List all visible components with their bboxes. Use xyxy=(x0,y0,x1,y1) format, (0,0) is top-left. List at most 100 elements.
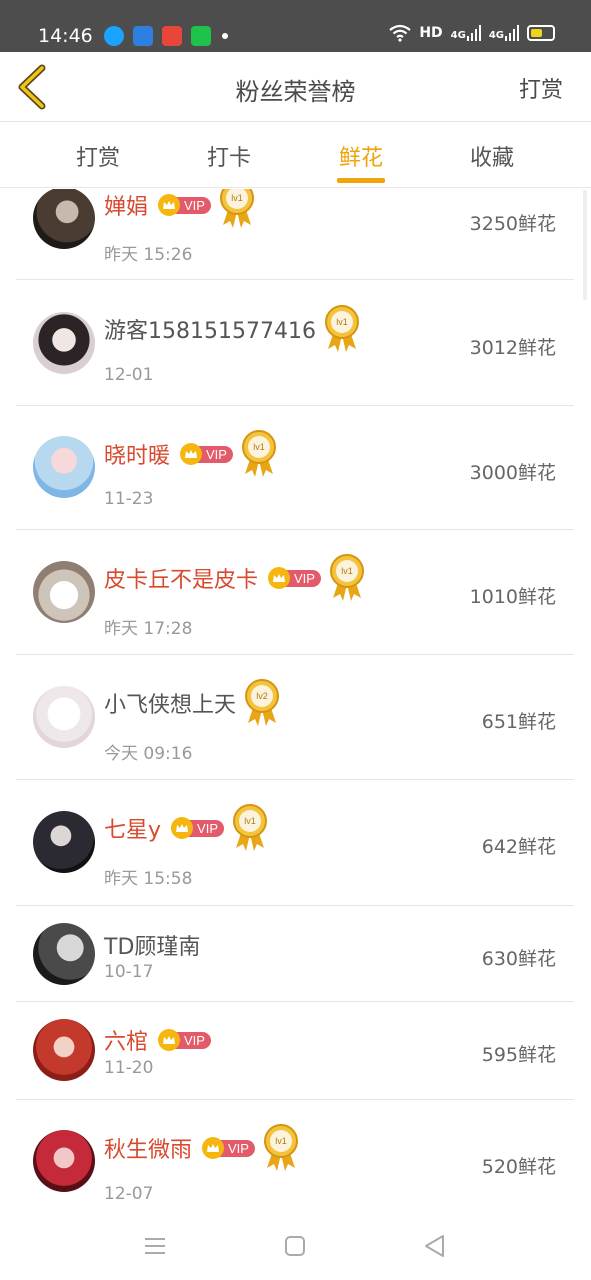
home-icon[interactable] xyxy=(281,1232,309,1260)
active-tab-indicator xyxy=(337,178,385,183)
scrollbar[interactable] xyxy=(583,190,587,300)
avatar[interactable] xyxy=(33,436,95,498)
user-name: 六棺 xyxy=(104,1030,149,1055)
network-4g-2: 4G xyxy=(489,25,519,41)
user-name-row: 小飞侠想上天 lv2 xyxy=(104,679,280,727)
network-label-1: 4G xyxy=(450,30,466,41)
notification-icons xyxy=(104,26,228,46)
user-name-row: 七星y VIP lv1 xyxy=(104,804,268,852)
more-notifications-dot xyxy=(222,33,228,39)
vip-badge: VIP xyxy=(158,1029,211,1051)
avatar[interactable] xyxy=(33,312,95,374)
reward-button[interactable]: 打赏 xyxy=(519,72,563,104)
list-item[interactable]: 七星y VIP lv1 昨天 15:58 642鲜花 xyxy=(16,780,574,906)
user-name: TD顾瑾南 xyxy=(104,935,201,960)
level-label: lv1 xyxy=(341,566,353,576)
gift-date: 昨天 17:28 xyxy=(104,619,193,639)
avatar[interactable] xyxy=(33,1019,95,1081)
crown-icon xyxy=(158,194,181,216)
vip-badge: VIP xyxy=(202,1137,255,1159)
system-nav-bar xyxy=(0,1212,591,1280)
page-title: 粉丝荣誉榜 xyxy=(235,78,356,106)
list-item[interactable]: 小飞侠想上天 lv2 今天 09:16 651鲜花 xyxy=(16,655,574,780)
level-medal-icon: lv1 xyxy=(233,804,267,851)
signal-icon xyxy=(505,25,519,41)
flower-amount: 3250鲜花 xyxy=(469,213,556,235)
nav-bar: 粉丝荣誉榜 打赏 xyxy=(0,52,591,122)
user-name-row: 游客158151577416 lv1 xyxy=(104,305,360,353)
user-name: 游客158151577416 xyxy=(104,319,316,344)
gift-date: 昨天 15:26 xyxy=(104,245,193,265)
avatar[interactable] xyxy=(33,923,95,985)
level-label: lv1 xyxy=(336,317,348,327)
gift-date: 12-07 xyxy=(104,1184,154,1204)
user-name: 晓时暖 xyxy=(104,444,171,469)
user-name-row: 六棺 VIP xyxy=(104,1024,211,1056)
list-item[interactable]: TD顾瑾南 10-17 630鲜花 xyxy=(16,906,574,1002)
user-name-row: 秋生微雨 VIP lv1 xyxy=(104,1124,299,1172)
gift-date: 11-23 xyxy=(104,489,154,509)
level-label: lv1 xyxy=(244,816,256,826)
flower-amount: 651鲜花 xyxy=(481,711,556,733)
menu-icon[interactable] xyxy=(141,1232,169,1260)
crown-icon xyxy=(180,443,203,465)
level-medal-icon: lv1 xyxy=(219,189,254,228)
list-item[interactable]: 游客158151577416 lv1 12-01 3012鲜花 xyxy=(16,281,574,406)
user-name: 七星y xyxy=(104,818,162,843)
avatar[interactable] xyxy=(33,561,95,623)
avatar[interactable] xyxy=(33,1130,95,1192)
vip-badge: VIP xyxy=(180,443,233,465)
back-triangle-icon[interactable] xyxy=(421,1232,449,1260)
crown-icon xyxy=(268,567,291,589)
level-medal-icon: lv1 xyxy=(329,554,364,601)
avatar[interactable] xyxy=(33,189,95,249)
level-label: lv1 xyxy=(275,1136,287,1146)
user-name: 婵娟 xyxy=(104,195,149,220)
user-name-row: 婵娟 VIP lv1 xyxy=(104,189,255,229)
user-name: 秋生微雨 xyxy=(104,1138,193,1163)
level-label: lv1 xyxy=(253,442,265,452)
avatar[interactable] xyxy=(33,811,95,873)
tab-favorites[interactable]: 收藏 xyxy=(447,140,537,172)
user-name-row: 晓时暖 VIP lv1 xyxy=(104,430,277,478)
list-item[interactable]: 婵娟 VIP lv1 昨天 15:26 3250鲜花 xyxy=(16,189,574,280)
status-indicators: HD 4G 4G xyxy=(389,24,555,42)
user-name-row: 皮卡丘不是皮卡 VIP lv1 xyxy=(104,554,365,602)
app-icon-red xyxy=(162,26,182,46)
gift-date: 今天 09:16 xyxy=(104,744,193,764)
hd-label: HD xyxy=(419,25,443,41)
flower-amount: 595鲜花 xyxy=(481,1044,556,1066)
level-medal-icon: lv1 xyxy=(263,1124,298,1171)
flower-amount: 3012鲜花 xyxy=(469,337,556,359)
list-item[interactable]: 皮卡丘不是皮卡 VIP lv1 昨天 17:28 1010鲜花 xyxy=(16,530,574,655)
user-name: 小飞侠想上天 xyxy=(104,693,237,718)
wifi-icon xyxy=(389,24,411,42)
flower-amount: 520鲜花 xyxy=(481,1156,556,1178)
crown-icon xyxy=(171,817,194,839)
vip-badge: VIP xyxy=(171,817,224,839)
vip-badge: VIP xyxy=(158,194,211,216)
level-label: lv1 xyxy=(231,193,243,203)
tab-flowers[interactable]: 鲜花 xyxy=(316,140,406,172)
vip-badge: VIP xyxy=(268,567,321,589)
list-item[interactable]: 秋生微雨 VIP lv1 12-07 520鲜花 xyxy=(16,1100,574,1211)
status-time: 14:46 xyxy=(38,25,93,47)
tab-reward[interactable]: 打赏 xyxy=(53,140,143,172)
tab-bar: 打赏 打卡 鲜花 收藏 xyxy=(0,122,591,188)
list-item[interactable]: 六棺 VIP 11-20 595鲜花 xyxy=(16,1002,574,1100)
network-4g-1: 4G xyxy=(451,25,481,41)
flower-amount: 3000鲜花 xyxy=(469,462,556,484)
user-name-row: TD顾瑾南 xyxy=(104,929,200,961)
flower-amount: 1010鲜花 xyxy=(469,586,556,608)
avatar[interactable] xyxy=(33,686,95,748)
fan-ranking-list: 婵娟 VIP lv1 昨天 15:26 3250鲜花 游客15815157741… xyxy=(16,189,574,1211)
tab-checkin[interactable]: 打卡 xyxy=(184,140,274,172)
crown-icon xyxy=(202,1137,225,1159)
level-medal-icon: lv1 xyxy=(241,430,276,477)
gift-date: 12-01 xyxy=(104,365,154,385)
iqiyi-icon xyxy=(191,26,211,46)
battery-icon xyxy=(527,25,555,41)
network-label-2: 4G xyxy=(488,30,504,41)
list-item[interactable]: 晓时暖 VIP lv1 11-23 3000鲜花 xyxy=(16,406,574,530)
app-icon-blue xyxy=(133,26,153,46)
